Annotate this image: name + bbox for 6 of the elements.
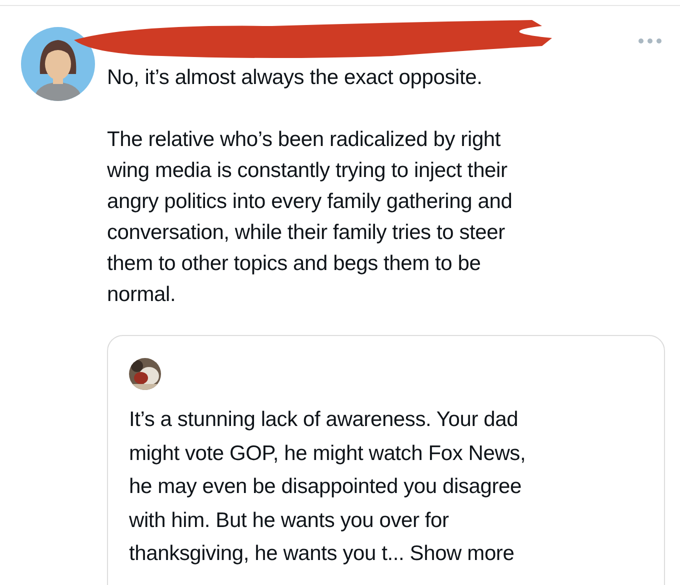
quoted-post-card[interactable] <box>107 335 665 585</box>
post-text: The relative who’s been radicalized by right wing media is constantly trying to inject their angry politics into every family gathering and conversation, while their family tries to steer them to other topics and begs them to be normal. <box>107 127 514 308</box>
quoted-post-text: It’s a stunning lack of awareness. Your dad might vote GOP, he might watch Fox News, he may even be disappointed you disagree with him. But he wants you over for thanksgiving, he wants you t... Show more <box>129 407 527 567</box>
post-text: No, it’s almost always the exact opposite. <box>107 65 484 91</box>
avatar-icon <box>20 26 96 102</box>
show-more-link[interactable]: Show more <box>410 542 514 565</box>
